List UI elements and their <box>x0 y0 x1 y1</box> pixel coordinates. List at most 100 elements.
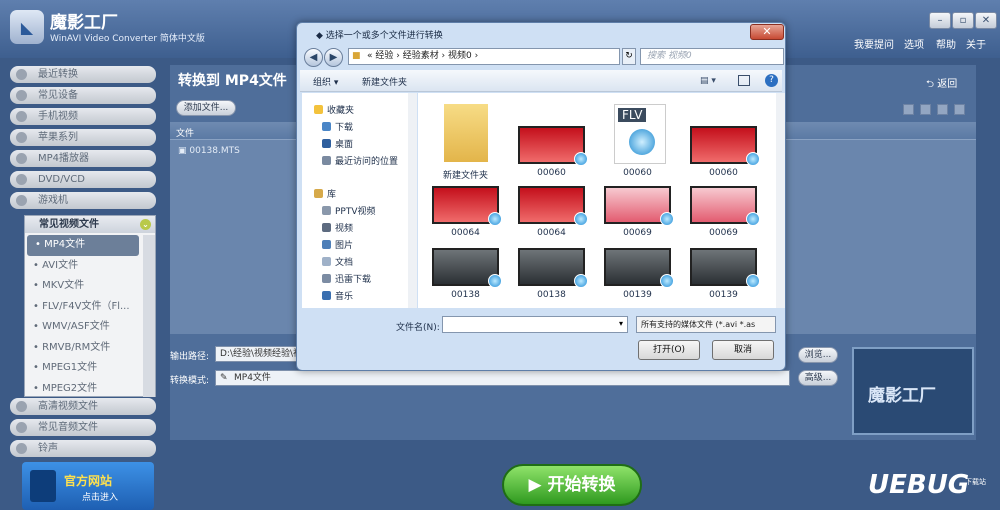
minimize-button[interactable]: – <box>929 12 951 29</box>
about-link[interactable]: 关于 <box>966 36 986 51</box>
remove-icon[interactable] <box>903 104 914 115</box>
sidebar-item-ringtone[interactable]: 铃声 <box>10 440 156 457</box>
preview-pane-icon[interactable] <box>738 75 750 86</box>
chevron-down-icon[interactable]: ▾ <box>619 319 623 328</box>
cancel-button[interactable]: 取消 <box>712 340 774 360</box>
file-item[interactable]: 新建文件夹 <box>432 104 502 181</box>
download-icon <box>322 122 331 131</box>
sidebar-item-label: DVD/VCD <box>38 174 85 185</box>
file-name: 00139 <box>623 290 652 300</box>
help-icon[interactable]: ? <box>765 74 778 87</box>
advanced-button[interactable]: 高级... <box>798 370 838 386</box>
dialog-close-button[interactable]: ✕ <box>750 24 784 40</box>
sidebar-item-devices[interactable]: 常见设备 <box>10 87 156 104</box>
view-menu-icon[interactable]: ▤ ▾ <box>700 76 716 86</box>
file-item[interactable]: FLV 00060 <box>604 104 674 178</box>
back-button[interactable]: ⮌ 返回 <box>926 75 957 94</box>
close-button[interactable]: ✕ <box>975 12 997 29</box>
nav-documents[interactable]: 文档 <box>322 255 353 268</box>
app-logo: ◣ <box>10 10 44 44</box>
list-item[interactable]: • WMV/ASF文件 <box>25 317 141 338</box>
flv-label: FLV <box>618 108 647 122</box>
file-item[interactable]: 00064 <box>518 184 588 238</box>
add-icon[interactable] <box>937 104 948 115</box>
media-badge-icon <box>746 152 760 166</box>
file-item[interactable]: 00069 <box>604 184 674 238</box>
nav-recent[interactable]: 最近访问的位置 <box>322 154 398 167</box>
file-item[interactable]: 00060 <box>690 124 760 178</box>
sidebar-item-recent[interactable]: 最近转换 <box>10 66 156 83</box>
file-name: 00060 <box>623 168 652 178</box>
nav-library[interactable]: 库 <box>314 187 336 200</box>
new-folder-button[interactable]: 新建文件夹 <box>362 75 407 88</box>
nav-favorites[interactable]: 收藏夹 <box>314 103 354 116</box>
picture-icon <box>322 240 331 249</box>
category-header[interactable]: 常见视频文件 ⌄ <box>25 216 155 233</box>
file-item[interactable]: 00139 <box>604 246 674 300</box>
nav-thunder[interactable]: 迅雷下载 <box>322 272 371 285</box>
back-arrow-icon: ⮌ <box>926 79 938 90</box>
output-path-field[interactable]: D:\经验\视频经验\视频 <box>215 346 305 362</box>
list-item[interactable]: • MP4文件 <box>27 235 139 256</box>
list-item[interactable]: • FLV/F4V文件（Fl... <box>25 297 141 318</box>
back-label: 返回 <box>937 79 958 90</box>
sidebar-item-hd[interactable]: 高清视频文件 <box>10 398 156 415</box>
settings-icon[interactable] <box>954 104 965 115</box>
category-scrollbar[interactable] <box>143 235 155 397</box>
nav-label: 最近访问的位置 <box>335 157 399 167</box>
browse-button[interactable]: 浏览... <box>798 347 838 363</box>
help-link[interactable]: 帮助 <box>936 36 956 51</box>
organize-button[interactable]: 组织 ▾ <box>313 75 338 88</box>
table-row[interactable]: ▣ 00138.MTS <box>178 146 240 156</box>
file-grid-scrollbar[interactable] <box>776 93 785 308</box>
sidebar-item-phone[interactable]: 手机视频 <box>10 108 156 125</box>
start-convert-button[interactable]: ▶ 开始转换 <box>502 464 642 506</box>
sidebar-item-apple[interactable]: 苹果系列 <box>10 129 156 146</box>
list-item[interactable]: • RMVB/RM文件 <box>25 338 141 359</box>
chevron-down-icon[interactable]: ⌄ <box>140 219 151 230</box>
list-item[interactable]: • MPEG2文件 <box>25 379 141 398</box>
options-link[interactable]: 选项 <box>904 36 924 51</box>
list-item[interactable]: • MPEG1文件 <box>25 358 141 379</box>
nav-pictures[interactable]: 图片 <box>322 238 353 251</box>
list-item[interactable]: • AVI文件 <box>25 256 141 277</box>
maximize-button[interactable]: ▫ <box>952 12 974 29</box>
filename-input[interactable] <box>442 316 628 333</box>
back-icon[interactable]: ◀ <box>304 48 323 67</box>
convert-mode-select[interactable]: ✎ MP4文件 <box>215 370 790 386</box>
nav-pptv[interactable]: PPTV视频 <box>322 204 376 217</box>
official-site-banner[interactable]: 官方网站 点击进入 <box>22 462 154 510</box>
clear-icon[interactable] <box>920 104 931 115</box>
forward-icon[interactable]: ▶ <box>324 48 343 67</box>
dialog-title-text: 选择一个或多个文件进行转换 <box>325 31 443 41</box>
sidebar-item-game[interactable]: 游戏机 <box>10 192 156 209</box>
nav-desktop[interactable]: 桌面 <box>322 137 353 150</box>
file-item[interactable]: 00069 <box>690 184 760 238</box>
open-button[interactable]: 打开(O) <box>638 340 700 360</box>
file-item[interactable]: 00060 <box>518 124 588 178</box>
file-name: 00064 <box>537 228 566 238</box>
add-file-button[interactable]: 添加文件... <box>176 100 236 116</box>
sidebar-item-audio[interactable]: 常见音频文件 <box>10 419 156 436</box>
media-badge-icon <box>574 274 588 288</box>
sidebar-item-dvd[interactable]: DVD/VCD <box>10 171 156 188</box>
nav-downloads[interactable]: 下载 <box>322 120 353 133</box>
nav-scrollbar[interactable] <box>408 93 417 308</box>
address-bar[interactable]: ■ « 经验 › 经验素材 › 视频0 › <box>348 48 620 65</box>
file-item[interactable]: 00139 <box>690 246 760 300</box>
list-item[interactable]: • MKV文件 <box>25 276 141 297</box>
ask-question-link[interactable]: 我要提问 <box>854 36 894 51</box>
file-item[interactable]: 00138 <box>518 246 588 300</box>
file-item[interactable]: 00064 <box>432 184 502 238</box>
sidebar-item-mp4-player[interactable]: MP4播放器 <box>10 150 156 167</box>
filetype-select[interactable]: 所有支持的媒体文件 (*.avi *.as <box>636 316 776 333</box>
file-item[interactable]: 00138 <box>432 246 502 300</box>
refresh-icon[interactable]: ↻ <box>622 48 636 65</box>
file-name: 00138.MTS <box>189 146 240 156</box>
nav-music[interactable]: 音乐 <box>322 289 353 302</box>
sidebar-item-label: 最近转换 <box>38 69 78 80</box>
nav-videos[interactable]: 视频 <box>322 221 353 234</box>
column-header-file[interactable]: 文件 <box>176 126 194 139</box>
search-input[interactable]: 搜索 视频0 <box>640 48 784 65</box>
sidebar-item-label: 高清视频文件 <box>38 401 98 412</box>
